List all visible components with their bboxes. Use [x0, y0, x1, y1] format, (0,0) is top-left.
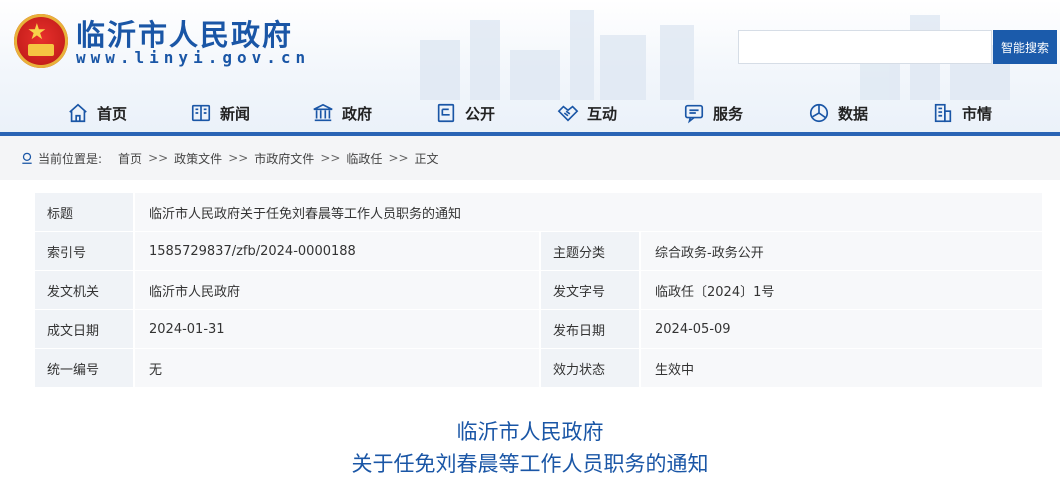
breadcrumb: 当前位置是: 首页 >> 政策文件 >> 市政府文件 >> 临政任 >> 正文: [0, 136, 1060, 180]
breadcrumb-current: 正文: [414, 151, 439, 166]
title-value: 临沂市人民政府关于任免刘春晨等工作人员职务的通知: [135, 193, 1042, 231]
document-metadata-table: 标题 临沂市人民政府关于任免刘春晨等工作人员职务的通知 索引号 15857298…: [35, 193, 1042, 388]
nav-item-interaction[interactable]: 互动: [557, 92, 617, 134]
breadcrumb-separator: >>: [388, 151, 409, 165]
meta-row-title: 标题 临沂市人民政府关于任免刘春晨等工作人员职务的通知: [35, 193, 1042, 231]
nav-label: 公开: [465, 104, 496, 123]
breadcrumb-linzhengren[interactable]: 临政任: [346, 150, 382, 167]
document-title: 临沂市人民政府 关于任免刘春晨等工作人员职务的通知: [0, 416, 1060, 480]
nav-label: 市情: [962, 104, 993, 123]
index-number-label: 索引号: [35, 232, 133, 270]
city-building-icon: [934, 103, 952, 123]
index-number-value: 1585729837/zfb/2024-0000188: [135, 232, 539, 270]
nav-item-data[interactable]: 数据: [808, 92, 868, 134]
nav-label: 首页: [97, 104, 128, 123]
meta-row: 发文机关 临沂市人民政府 发文字号 临政任〔2024〕1号: [35, 271, 1042, 309]
breadcrumb-municipal-files[interactable]: 市政府文件: [254, 150, 314, 167]
search-input[interactable]: [738, 30, 992, 64]
main-nav: 首页 新闻 政府 公开 互动 服务 数据 市情: [0, 92, 1060, 134]
nav-item-news[interactable]: 新闻: [190, 92, 250, 134]
unified-number-value: 无: [135, 349, 539, 387]
document-number-label: 发文字号: [541, 271, 639, 309]
service-chat-icon: [684, 104, 704, 124]
breadcrumb-separator: >>: [320, 151, 341, 165]
breadcrumb-home[interactable]: 首页: [118, 150, 142, 167]
nav-item-government[interactable]: 政府: [312, 92, 372, 134]
unified-number-label: 统一编号: [35, 349, 133, 387]
nav-label: 互动: [587, 104, 618, 123]
issuing-authority-label: 发文机关: [35, 271, 133, 309]
nav-item-city-info[interactable]: 市情: [932, 92, 992, 134]
open-document-icon: [437, 103, 455, 123]
meta-row: 成文日期 2024-01-31 发布日期 2024-05-09: [35, 310, 1042, 348]
home-icon: [69, 103, 87, 123]
topic-category-label: 主题分类: [541, 232, 639, 270]
smart-search-button[interactable]: 智能搜索: [993, 30, 1057, 64]
nav-label: 新闻: [220, 104, 251, 123]
written-date-value: 2024-01-31: [135, 310, 539, 348]
breadcrumb-policy-files[interactable]: 政策文件: [174, 150, 222, 167]
nav-label: 服务: [713, 104, 744, 123]
data-icon: [809, 103, 829, 123]
nav-item-home[interactable]: 首页: [67, 92, 127, 134]
breadcrumb-separator: >>: [148, 151, 169, 165]
site-url: www.linyi.gov.cn: [76, 48, 311, 67]
newspaper-icon: [191, 104, 211, 122]
document-title-line2: 关于任免刘春晨等工作人员职务的通知: [351, 452, 709, 476]
validity-status-label: 效力状态: [541, 349, 639, 387]
national-emblem-logo[interactable]: ★: [14, 14, 68, 68]
nav-item-open[interactable]: 公开: [435, 92, 495, 134]
breadcrumb-prefix: 当前位置是:: [38, 151, 103, 166]
site-header: ★ 临沂市人民政府 www.linyi.gov.cn 智能搜索 首页 新闻 政府…: [0, 0, 1060, 136]
validity-status-value: 生效中: [641, 349, 1042, 387]
meta-row: 统一编号 无 效力状态 生效中: [35, 349, 1042, 387]
publish-date-value: 2024-05-09: [641, 310, 1042, 348]
location-pin-icon: [22, 152, 32, 164]
nav-label: 政府: [342, 104, 373, 123]
nav-item-service[interactable]: 服务: [683, 92, 743, 134]
handshake-icon: [557, 105, 579, 122]
title-label: 标题: [35, 193, 133, 231]
topic-category-value: 综合政务-政务公开: [641, 232, 1042, 270]
issuing-authority-value: 临沂市人民政府: [135, 271, 539, 309]
document-number-value: 临政任〔2024〕1号: [641, 271, 1042, 309]
government-building-icon: [313, 103, 333, 122]
nav-label: 数据: [838, 104, 869, 123]
written-date-label: 成文日期: [35, 310, 133, 348]
meta-row: 索引号 1585729837/zfb/2024-0000188 主题分类 综合政…: [35, 232, 1042, 270]
breadcrumb-separator: >>: [228, 151, 249, 165]
document-title-line1: 临沂市人民政府: [456, 420, 604, 444]
publish-date-label: 发布日期: [541, 310, 639, 348]
